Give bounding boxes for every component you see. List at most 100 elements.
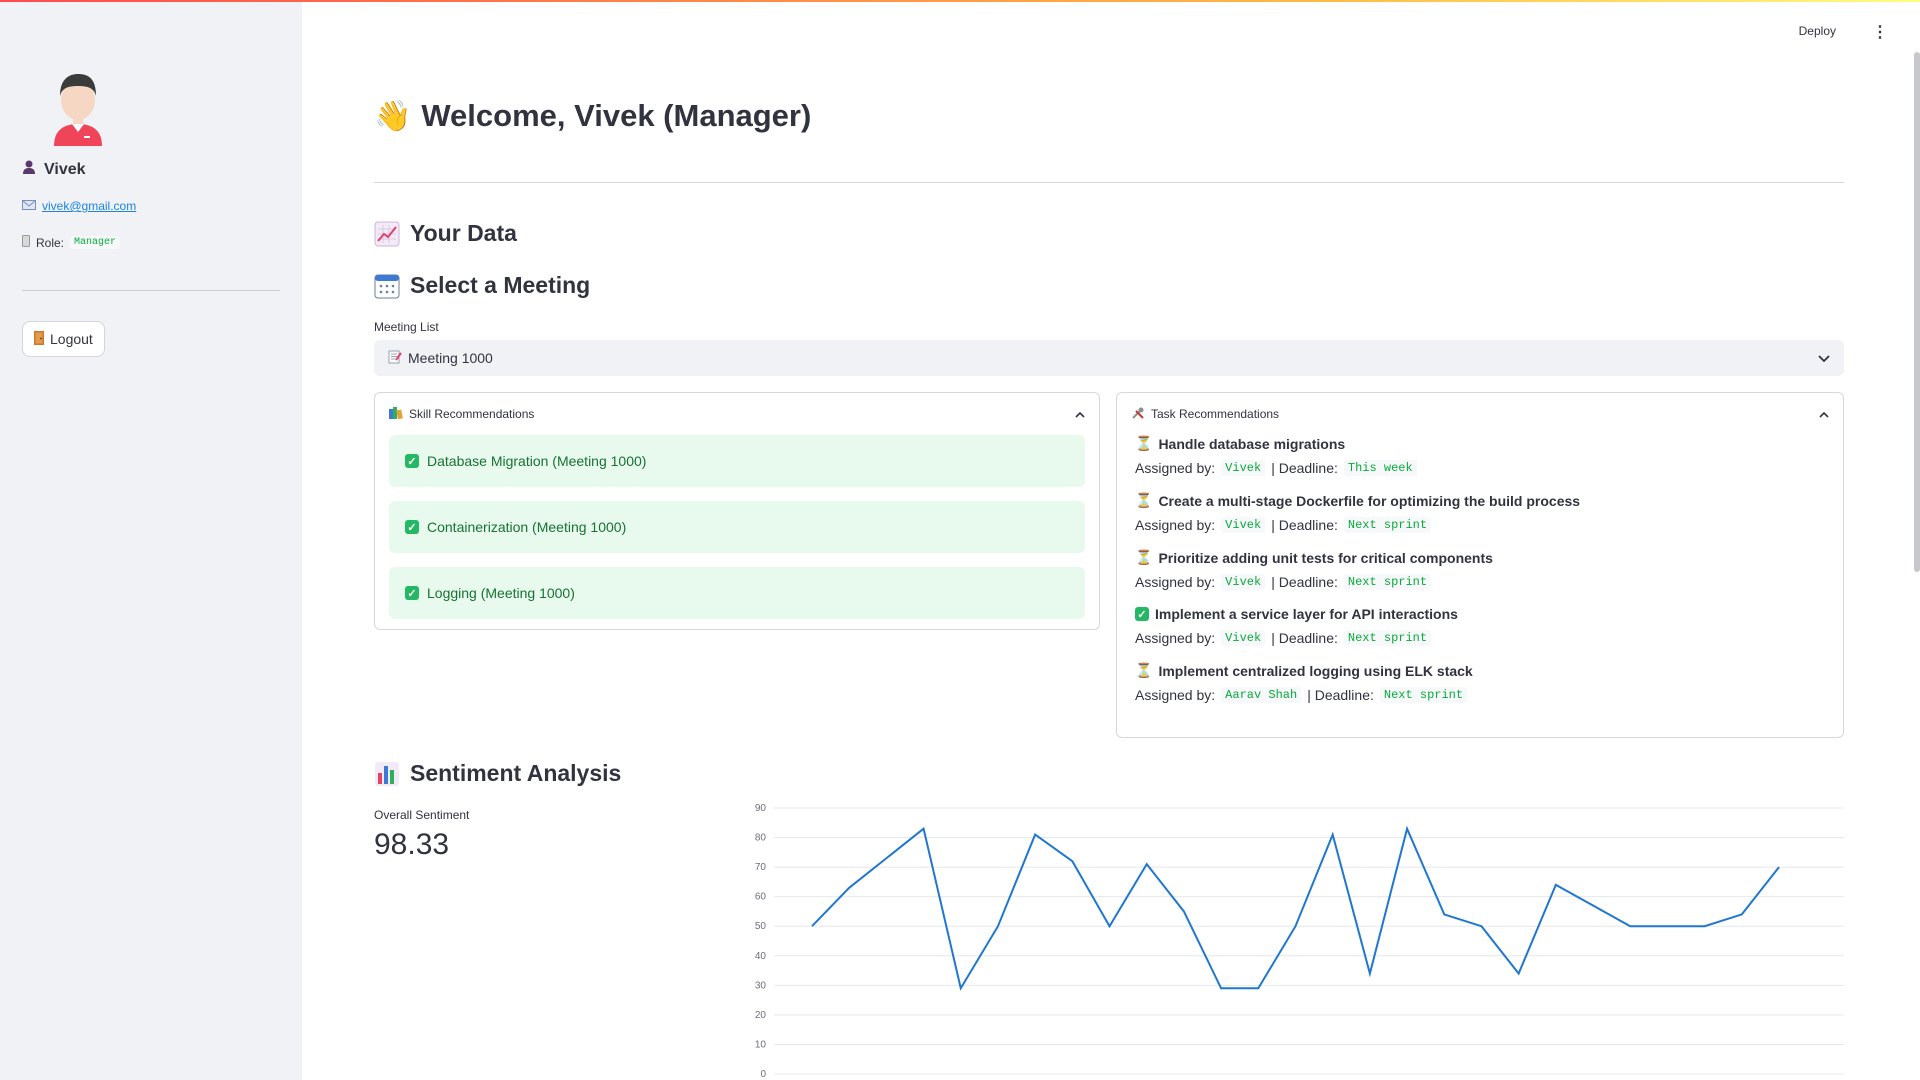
overall-sentiment-value: 98.33: [374, 828, 450, 861]
deadline-label: | Deadline:: [1271, 630, 1338, 646]
logout-label: Logout: [50, 331, 93, 347]
bar-chart-icon: [374, 761, 400, 787]
skill-recommendations-header[interactable]: Skill Recommendations: [375, 393, 1099, 435]
deadline-value: This week: [1343, 460, 1417, 476]
meeting-list-label: Meeting List: [374, 320, 439, 334]
y-tick-label: 0: [760, 1069, 766, 1080]
skill-recommendations-expander: Skill Recommendations ✓ Database Migrati…: [374, 392, 1100, 630]
meeting-select[interactable]: Meeting 1000: [374, 340, 1844, 376]
overall-sentiment-label: Overall Sentiment: [374, 808, 470, 822]
deadline-value: Next sprint: [1343, 517, 1432, 533]
assigned-label: Assigned by:: [1135, 687, 1216, 703]
deadline-value: Next sprint: [1379, 687, 1468, 703]
envelope-icon: [22, 199, 36, 213]
task-item: ⏳ Implement centralized logging using ELK…: [1117, 662, 1843, 703]
skill-item: ✓ Logging (Meeting 1000): [389, 567, 1085, 619]
check-mark-icon: ✓: [1135, 607, 1149, 621]
y-tick-label: 10: [755, 1039, 767, 1050]
logout-button[interactable]: Logout: [22, 321, 105, 357]
calendar-icon: [374, 273, 400, 299]
select-meeting-heading: Select a Meeting: [374, 272, 590, 299]
chevron-up-icon: [1819, 407, 1829, 421]
sentiment-heading: Sentiment Analysis: [374, 760, 621, 787]
books-icon: [389, 406, 403, 422]
tools-icon: [1131, 406, 1145, 423]
sidebar-divider: [22, 290, 280, 291]
user-name: Vivek: [22, 160, 280, 179]
task-title: Prioritize adding unit tests for critica…: [1158, 549, 1493, 566]
waving-hand-icon: 👋: [374, 99, 412, 133]
chevron-up-icon: [1075, 407, 1085, 421]
hourglass-icon: ⏳: [1135, 492, 1153, 508]
deadline-value: Next sprint: [1343, 630, 1432, 646]
check-mark-icon: ✓: [405, 454, 419, 468]
email-link[interactable]: vivek@gmail.com: [42, 199, 136, 213]
scrollbar[interactable]: [1914, 52, 1920, 572]
skill-item-text: Logging (Meeting 1000): [427, 585, 575, 601]
check-mark-icon: ✓: [405, 520, 419, 534]
select-meeting-text: Select a Meeting: [410, 272, 591, 298]
assigned-by-value: Aarav Shah: [1221, 687, 1302, 703]
role-value: Manager: [70, 236, 121, 249]
skill-item: ✓ Database Migration (Meeting 1000): [389, 435, 1085, 487]
y-tick-label: 40: [755, 951, 767, 962]
assigned-label: Assigned by:: [1135, 517, 1216, 533]
task-item: ✓ Implement a service layer for API inter…: [1117, 606, 1843, 646]
deadline-label: | Deadline:: [1271, 460, 1338, 476]
y-tick-label: 20: [755, 1010, 767, 1021]
title-divider: [374, 182, 1844, 183]
skill-item-text: Containerization (Meeting 1000): [427, 519, 627, 535]
user-email: vivek@gmail.com: [22, 199, 280, 213]
sidebar: Vivek vivek@gmail.com Role: Manager Logo…: [0, 0, 302, 1080]
meeting-select-value: Meeting 1000: [408, 350, 493, 366]
task-item: ⏳ Handle database migrations Assigned by:…: [1117, 435, 1843, 476]
chart-increasing-icon: [374, 221, 400, 247]
deadline-label: | Deadline:: [1307, 687, 1374, 703]
main-content: 👋 Welcome, Vivek (Manager) Your Data Sel…: [374, 0, 1844, 1080]
assigned-label: Assigned by:: [1135, 574, 1216, 590]
page-title-text: Welcome, Vivek (Manager): [421, 98, 812, 133]
user-name-text: Vivek: [44, 160, 86, 178]
assigned-label: Assigned by:: [1135, 630, 1216, 646]
task-title: Handle database migrations: [1158, 435, 1346, 452]
assigned-label: Assigned by:: [1135, 460, 1216, 476]
assigned-by-value: Vivek: [1221, 574, 1266, 590]
user-avatar-icon: [54, 74, 102, 146]
skill-item: ✓ Containerization (Meeting 1000): [389, 501, 1085, 553]
deadline-value: Next sprint: [1343, 574, 1432, 590]
task-recommendations-title: Task Recommendations: [1151, 407, 1280, 421]
sentiment-heading-text: Sentiment Analysis: [410, 760, 622, 786]
sentiment-series-line: [811, 825, 1780, 991]
task-recommendations-expander: Task Recommendations ⏳ Handle database mi…: [1116, 392, 1844, 738]
task-recommendations-header[interactable]: Task Recommendations: [1117, 393, 1843, 435]
door-icon: [34, 330, 44, 348]
chevron-down-icon: [1818, 350, 1830, 366]
assigned-by-value: Vivek: [1221, 517, 1266, 533]
task-title: Implement centralized logging using ELK …: [1158, 662, 1473, 679]
y-tick-label: 50: [755, 921, 767, 932]
assigned-by-value: Vivek: [1221, 460, 1266, 476]
task-item: ⏳ Create a multi-stage Dockerfile for opt…: [1117, 492, 1843, 533]
y-tick-label: 80: [755, 833, 767, 844]
hourglass-icon: ⏳: [1135, 549, 1153, 565]
badge-icon: [22, 235, 30, 250]
skill-item-text: Database Migration (Meeting 1000): [427, 453, 647, 469]
your-data-text: Your Data: [410, 220, 517, 246]
your-data-heading: Your Data: [374, 220, 517, 247]
assigned-by-value: Vivek: [1221, 630, 1266, 646]
hourglass-icon: ⏳: [1135, 662, 1153, 678]
task-title: Implement a service layer for API intera…: [1155, 606, 1458, 622]
role-label: Role:: [36, 235, 65, 250]
top-accent-bar: [0, 0, 1920, 2]
check-mark-icon: ✓: [405, 586, 419, 600]
page-title: 👋 Welcome, Vivek (Manager): [374, 98, 811, 134]
y-tick-label: 60: [755, 892, 767, 903]
kebab-menu-icon[interactable]: ⋮: [1872, 22, 1888, 42]
task-item: ⏳ Prioritize adding unit tests for critic…: [1117, 549, 1843, 590]
sentiment-line-chart: 0 10 20 30 40 50 60 70 80 90: [755, 803, 1844, 1080]
y-tick-label: 30: [755, 980, 767, 991]
skill-recommendations-title: Skill Recommendations: [409, 407, 535, 421]
deadline-label: | Deadline:: [1271, 517, 1338, 533]
y-tick-label: 90: [755, 803, 767, 814]
task-title: Create a multi-stage Dockerfile for opti…: [1158, 492, 1581, 509]
